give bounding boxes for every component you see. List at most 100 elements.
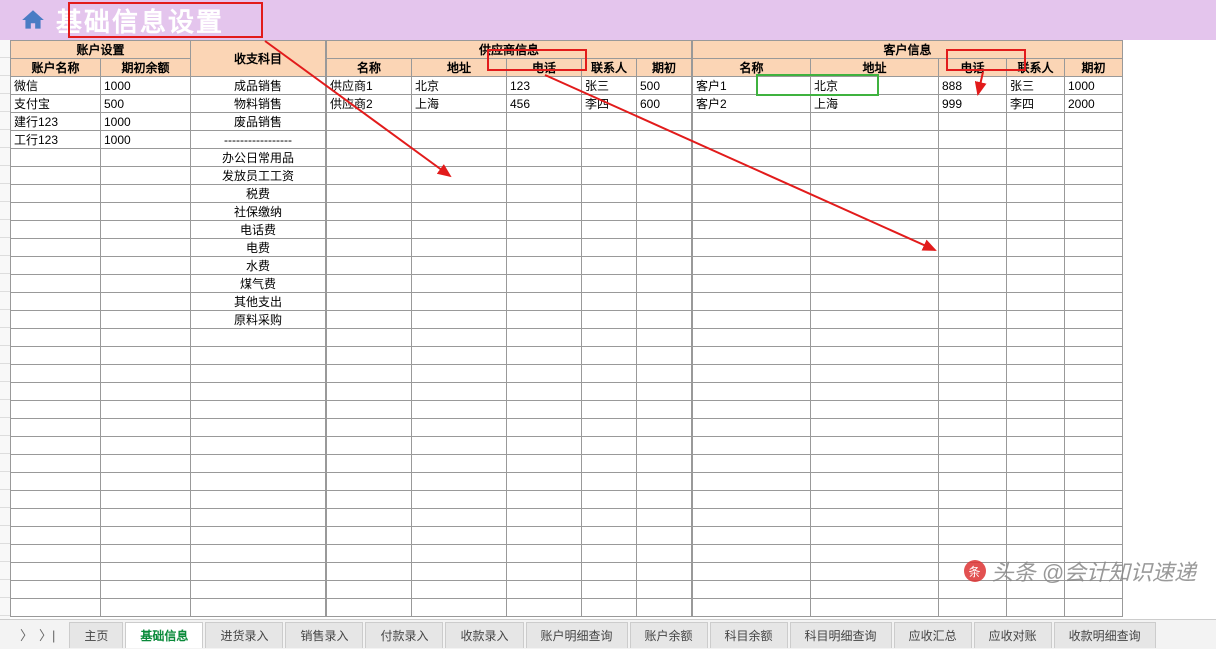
cell-addr[interactable] [811,383,939,401]
table-row[interactable]: 客户1北京888张三1000 [693,77,1123,95]
cell-addr[interactable] [811,167,939,185]
cell-addr[interactable] [811,563,939,581]
table-row[interactable] [693,239,1123,257]
cell-subject[interactable] [191,473,326,491]
customer-table[interactable]: 客户信息 名称 地址 电话 联系人 期初 客户1北京888张三1000客户2上海… [692,40,1123,617]
cell-name[interactable] [327,185,412,203]
tab-主页[interactable]: 主页 [69,622,123,648]
cell-tel[interactable] [939,167,1007,185]
table-row[interactable]: 发放员工工资 [11,167,326,185]
table-row[interactable] [693,473,1123,491]
table-row[interactable] [693,113,1123,131]
cell-contact[interactable] [1007,473,1065,491]
cell-subject[interactable]: 发放员工工资 [191,167,326,185]
cell-contact[interactable] [1007,275,1065,293]
cell-name[interactable] [327,131,412,149]
table-row[interactable] [327,599,692,617]
cell-subject[interactable]: 办公日常用品 [191,149,326,167]
table-row[interactable] [693,329,1123,347]
cell-account-balance[interactable] [101,293,191,311]
table-row[interactable] [693,401,1123,419]
cell-init[interactable] [1065,185,1123,203]
cell-tel[interactable] [939,563,1007,581]
cell-account-balance[interactable] [101,401,191,419]
cell-tel[interactable] [507,563,582,581]
cell-addr[interactable]: 北京 [412,77,507,95]
cell-addr[interactable] [412,185,507,203]
table-row[interactable] [11,581,326,599]
cell-name[interactable] [327,581,412,599]
table-row[interactable]: 税费 [11,185,326,203]
table-row[interactable] [693,221,1123,239]
cell-addr[interactable] [412,383,507,401]
cell-subject[interactable] [191,383,326,401]
cell-contact[interactable]: 李四 [582,95,637,113]
table-row[interactable]: 水费 [11,257,326,275]
cell-init[interactable]: 1000 [1065,77,1123,95]
cell-subject[interactable]: 煤气费 [191,275,326,293]
cell-init[interactable] [637,257,692,275]
cell-contact[interactable] [582,419,637,437]
cell-init[interactable] [637,329,692,347]
cell-account-balance[interactable] [101,185,191,203]
table-row[interactable] [11,401,326,419]
cell-name[interactable] [327,509,412,527]
cell-tel[interactable] [939,527,1007,545]
cell-account-balance[interactable] [101,509,191,527]
cell-tel[interactable] [507,329,582,347]
cell-contact[interactable] [582,167,637,185]
cell-tel[interactable] [939,131,1007,149]
cell-name[interactable] [327,563,412,581]
cell-name[interactable] [693,293,811,311]
cell-name[interactable] [327,203,412,221]
cell-account-name[interactable]: 工行123 [11,131,101,149]
cell-subject[interactable] [191,329,326,347]
cell-account-balance[interactable]: 1000 [101,77,191,95]
cell-contact[interactable] [582,509,637,527]
cell-init[interactable]: 500 [637,77,692,95]
cell-account-name[interactable] [11,293,101,311]
cell-name[interactable] [693,221,811,239]
cell-subject[interactable] [191,347,326,365]
cell-init[interactable] [1065,275,1123,293]
cell-addr[interactable] [412,293,507,311]
table-row[interactable] [693,293,1123,311]
table-row[interactable] [693,383,1123,401]
table-row[interactable]: 电话费 [11,221,326,239]
tab-应收汇总[interactable]: 应收汇总 [894,622,972,648]
cell-name[interactable] [693,131,811,149]
cell-contact[interactable] [582,311,637,329]
table-row[interactable] [693,509,1123,527]
cell-account-name[interactable] [11,455,101,473]
cell-subject[interactable] [191,455,326,473]
cell-addr[interactable] [412,437,507,455]
cell-init[interactable] [1065,401,1123,419]
table-row[interactable]: 供应商1北京123张三500 [327,77,692,95]
cell-addr[interactable] [412,221,507,239]
cell-name[interactable] [693,203,811,221]
cell-addr[interactable] [412,563,507,581]
cell-addr[interactable] [412,113,507,131]
cell-account-balance[interactable] [101,347,191,365]
cell-tel[interactable] [507,581,582,599]
cell-contact[interactable] [1007,167,1065,185]
table-row[interactable] [327,455,692,473]
cell-init[interactable] [1065,545,1123,563]
cell-init[interactable] [637,581,692,599]
table-row[interactable] [327,221,692,239]
tab-收款明细查询[interactable]: 收款明细查询 [1054,622,1156,648]
cell-tel[interactable]: 888 [939,77,1007,95]
cell-addr[interactable] [811,455,939,473]
cell-init[interactable] [637,311,692,329]
cell-init[interactable] [637,419,692,437]
cell-tel[interactable] [939,581,1007,599]
cell-init[interactable] [1065,293,1123,311]
tab-应收对账[interactable]: 应收对账 [974,622,1052,648]
cell-tel[interactable] [939,545,1007,563]
cell-account-name[interactable] [11,221,101,239]
tab-科目余额[interactable]: 科目余额 [710,622,788,648]
cell-tel[interactable] [939,257,1007,275]
cell-contact[interactable] [1007,365,1065,383]
cell-name[interactable] [327,473,412,491]
cell-addr[interactable] [811,293,939,311]
